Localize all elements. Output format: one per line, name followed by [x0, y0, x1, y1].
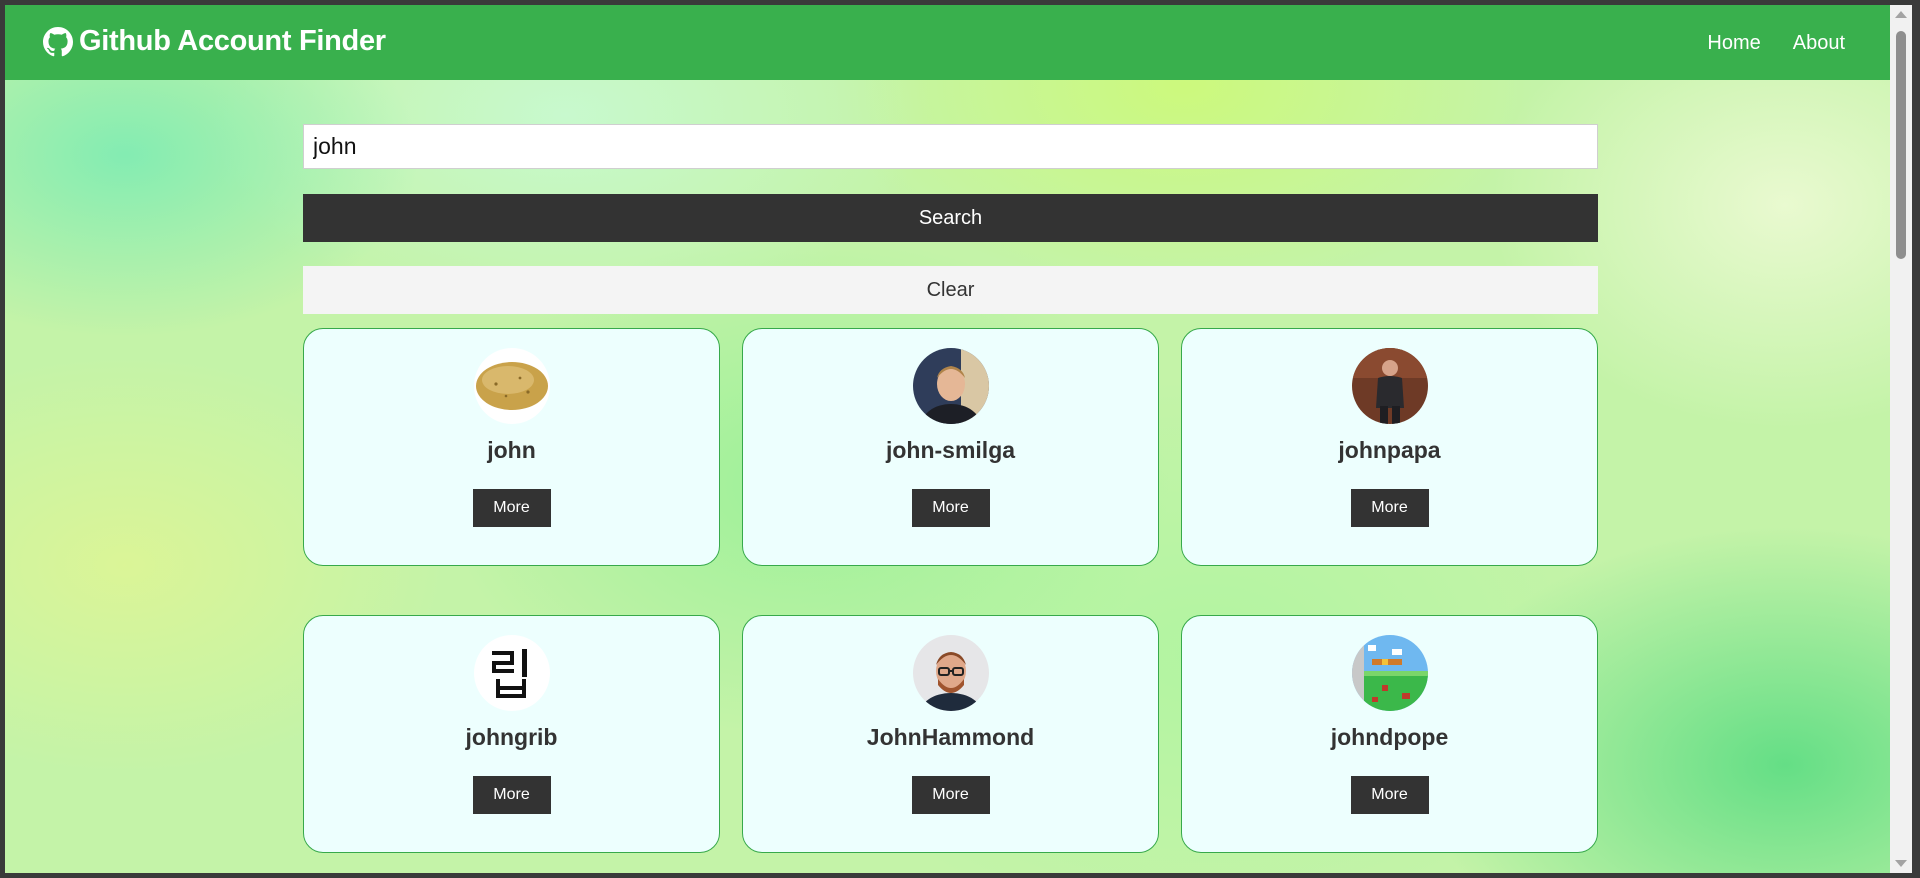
nav-links: Home About — [1707, 32, 1845, 55]
github-icon — [43, 26, 73, 56]
clear-button[interactable]: Clear — [303, 266, 1598, 314]
man-glasses-avatar-icon — [912, 635, 989, 711]
app-title: Github Account Finder — [79, 25, 386, 57]
nav-about-link[interactable]: About — [1793, 32, 1845, 55]
navbar: Github Account Finder Home About — [5, 5, 1897, 80]
user-card: johngrib More — [303, 615, 720, 853]
search-button[interactable]: Search — [303, 194, 1598, 242]
korean-character-avatar-icon — [473, 635, 550, 711]
more-button[interactable]: More — [911, 489, 990, 527]
user-card: john More — [303, 328, 720, 566]
potato-avatar-icon — [473, 348, 550, 424]
man-portrait-avatar-icon — [912, 348, 989, 424]
user-results-grid: john More john-smilga More johnpapa More… — [303, 328, 1598, 853]
more-button[interactable]: More — [1350, 776, 1429, 814]
username: johndpope — [1330, 724, 1449, 750]
user-card: JohnHammond More — [742, 615, 1159, 853]
user-card: john-smilga More — [742, 328, 1159, 566]
user-avatar — [473, 348, 550, 424]
app-window: Github Account Finder Home About Search … — [5, 5, 1897, 873]
user-avatar — [1351, 635, 1428, 711]
nav-home-link[interactable]: Home — [1707, 32, 1760, 55]
username: john — [487, 437, 536, 463]
user-avatar — [473, 635, 550, 711]
vertical-scrollbar[interactable] — [1890, 5, 1912, 873]
user-card: johndpope More — [1181, 615, 1598, 853]
username: JohnHammond — [866, 724, 1035, 750]
scroll-down-arrow-icon[interactable] — [1895, 860, 1907, 867]
more-button[interactable]: More — [472, 776, 551, 814]
brand[interactable]: Github Account Finder — [43, 25, 386, 58]
scroll-up-arrow-icon[interactable] — [1895, 11, 1907, 18]
username: johngrib — [465, 724, 558, 750]
more-button[interactable]: More — [1350, 489, 1429, 527]
man-standing-avatar-icon — [1351, 348, 1428, 424]
user-card: johnpapa More — [1181, 328, 1598, 566]
scroll-thumb[interactable] — [1896, 31, 1906, 259]
username: johnpapa — [1338, 437, 1441, 463]
pixel-game-avatar-icon — [1351, 635, 1428, 711]
more-button[interactable]: More — [911, 776, 990, 814]
user-avatar — [912, 635, 989, 711]
user-avatar — [1351, 348, 1428, 424]
more-button[interactable]: More — [472, 489, 551, 527]
user-avatar — [912, 348, 989, 424]
search-input[interactable] — [303, 124, 1598, 169]
username: john-smilga — [885, 437, 1016, 463]
